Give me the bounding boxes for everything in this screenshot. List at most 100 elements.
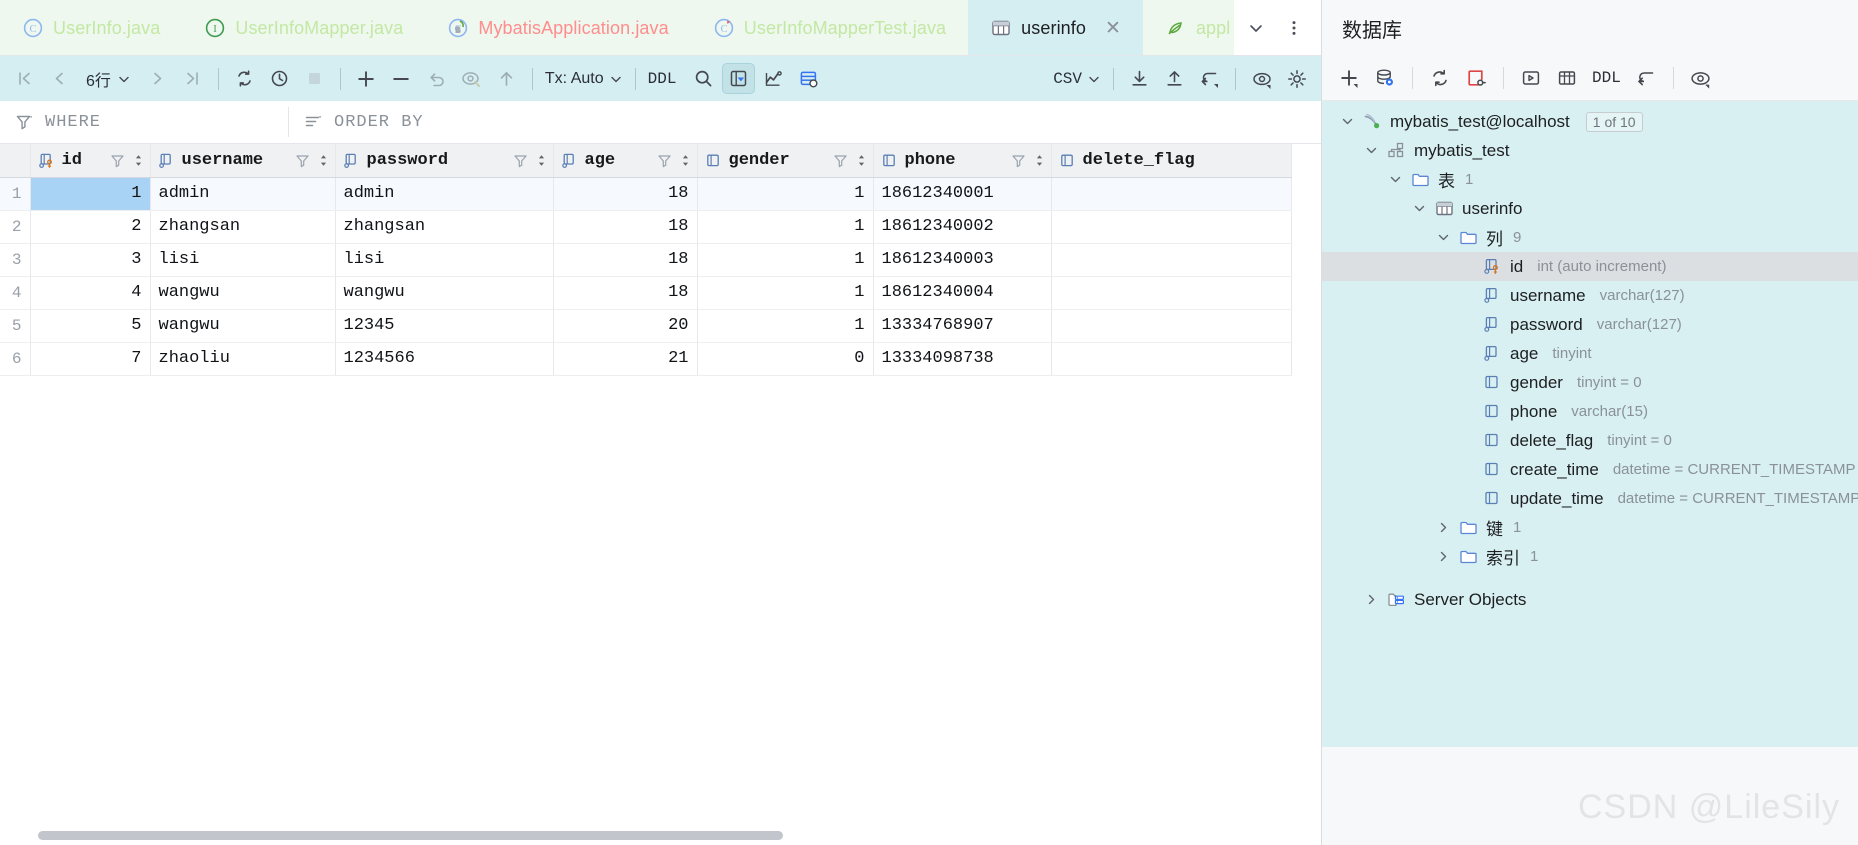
history-icon[interactable] xyxy=(263,63,296,94)
cell-password[interactable]: lisi xyxy=(335,243,554,277)
cell-phone[interactable]: 18612340002 xyxy=(873,210,1052,244)
ddl-button[interactable]: DDL xyxy=(1586,69,1627,87)
tree-node-column-age[interactable]: age tinyint xyxy=(1322,339,1858,368)
table-editor-icon[interactable] xyxy=(1550,62,1584,94)
cell-age[interactable]: 18 xyxy=(553,276,698,310)
editor-tab-userinfomappertest-java[interactable]: C UserInfoMapperTest.java xyxy=(690,0,969,56)
column-filter-icon[interactable] xyxy=(295,153,310,168)
stop-icon[interactable] xyxy=(298,63,331,94)
revert-icon[interactable] xyxy=(420,63,453,94)
chevron-down-icon[interactable] xyxy=(1239,11,1273,45)
chevron-down-icon[interactable] xyxy=(1340,114,1355,129)
column-filter-icon[interactable] xyxy=(657,153,672,168)
chevron-down-icon[interactable] xyxy=(1436,230,1451,245)
cell-gender[interactable]: 1 xyxy=(697,210,874,244)
tree-node-column-phone[interactable]: phone varchar(15) xyxy=(1322,397,1858,426)
table-row[interactable]: 3 3 lisi lisi 18 1 18612340003 xyxy=(0,243,1292,277)
cell-password[interactable]: zhangsan xyxy=(335,210,554,244)
cell-password[interactable]: 12345 xyxy=(335,309,554,343)
tree-node-server-objects[interactable]: Server Objects xyxy=(1322,585,1858,614)
cell-id[interactable]: 4 xyxy=(30,276,151,310)
cell-gender[interactable]: 1 xyxy=(697,243,874,277)
cell-gender[interactable]: 1 xyxy=(697,276,874,310)
column-filter-icon[interactable] xyxy=(833,153,848,168)
next-page-icon[interactable] xyxy=(141,63,174,94)
tree-node-column-update-time[interactable]: update_time datetime = CURRENT_TIMESTAMP xyxy=(1322,484,1858,513)
cell-password[interactable]: admin xyxy=(335,177,554,211)
horizontal-scrollbar[interactable] xyxy=(0,829,1321,840)
cell-delete-flag[interactable] xyxy=(1051,177,1292,211)
jump-to-editor-icon[interactable] xyxy=(1629,62,1663,94)
chevron-down-icon[interactable] xyxy=(1388,172,1403,187)
column-header-phone[interactable]: phone xyxy=(873,144,1052,178)
column-filter-icon[interactable] xyxy=(513,153,528,168)
column-header-age[interactable]: age xyxy=(553,144,698,178)
scrollbar-thumb[interactable] xyxy=(38,831,783,840)
chevron-down-icon[interactable] xyxy=(1412,201,1427,216)
cell-delete-flag[interactable] xyxy=(1051,276,1292,310)
tree-node-column-delete-flag[interactable]: delete_flag tinyint = 0 xyxy=(1322,426,1858,455)
table-row[interactable]: 4 4 wangwu wangwu 18 1 18612340004 xyxy=(0,276,1292,310)
column-sort-icon[interactable] xyxy=(133,153,144,168)
tree-node-column-gender[interactable]: gender tinyint = 0 xyxy=(1322,368,1858,397)
column-header-gender[interactable]: gender xyxy=(697,144,874,178)
cell-gender[interactable]: 1 xyxy=(697,177,874,211)
cell-phone[interactable]: 18612340004 xyxy=(873,276,1052,310)
chevron-down-icon[interactable] xyxy=(1364,143,1379,158)
editor-tab-userinfo-java[interactable]: C UserInfo.java xyxy=(0,0,183,56)
tree-node-datasource[interactable]: mybatis_test@localhost 1 of 10 xyxy=(1322,107,1858,136)
more-options-icon[interactable] xyxy=(1277,11,1311,45)
cell-gender[interactable]: 0 xyxy=(697,342,874,376)
column-sort-icon[interactable] xyxy=(318,153,329,168)
preview-icon[interactable] xyxy=(1684,62,1718,94)
ddl-button[interactable]: DDL xyxy=(645,70,680,88)
cell-password[interactable]: wangwu xyxy=(335,276,554,310)
cell-age[interactable]: 21 xyxy=(553,342,698,376)
cell-id[interactable]: 2 xyxy=(30,210,151,244)
tree-node-column-username[interactable]: username varchar(127) xyxy=(1322,281,1858,310)
cell-username[interactable]: wangwu xyxy=(150,309,336,343)
last-page-icon[interactable] xyxy=(176,63,209,94)
cell-username[interactable]: lisi xyxy=(150,243,336,277)
upload-icon[interactable] xyxy=(1158,63,1191,94)
search-icon[interactable] xyxy=(687,63,720,94)
cell-age[interactable]: 18 xyxy=(553,210,698,244)
editor-tab-userinfomapper-java[interactable]: I UserInfoMapper.java xyxy=(182,0,426,56)
tree-node-column-password[interactable]: password varchar(127) xyxy=(1322,310,1858,339)
column-header-username[interactable]: username xyxy=(150,144,336,178)
jump-to-console-icon[interactable] xyxy=(1193,63,1226,94)
tree-node-indexes-folder[interactable]: 索引 1 xyxy=(1322,542,1858,571)
cell-username[interactable]: wangwu xyxy=(150,276,336,310)
tree-node-columns-folder[interactable]: 列 9 xyxy=(1322,223,1858,252)
tree-node-column-id[interactable]: id int (auto increment) xyxy=(1322,252,1858,281)
column-filter-icon[interactable] xyxy=(110,153,125,168)
where-input[interactable]: WHERE xyxy=(0,101,288,143)
tree-node-tables-folder[interactable]: 表 1 xyxy=(1322,165,1858,194)
open-console-icon[interactable] xyxy=(1514,62,1548,94)
order-by-input[interactable]: ORDER BY xyxy=(289,101,439,143)
prev-page-icon[interactable] xyxy=(43,63,76,94)
gear-icon[interactable] xyxy=(1280,63,1313,94)
rows-count-dropdown[interactable]: 6行 xyxy=(78,67,139,91)
tree-node-schema[interactable]: mybatis_test xyxy=(1322,136,1858,165)
column-header-id[interactable]: id xyxy=(30,144,151,178)
cell-age[interactable]: 18 xyxy=(553,243,698,277)
chevron-right-icon[interactable] xyxy=(1436,520,1451,535)
editor-tab-application[interactable]: appl xyxy=(1142,0,1235,56)
cell-phone[interactable]: 13334768907 xyxy=(873,309,1052,343)
delete-row-icon[interactable] xyxy=(385,63,418,94)
cell-delete-flag[interactable] xyxy=(1051,210,1292,244)
cell-gender[interactable]: 1 xyxy=(697,309,874,343)
column-sort-icon[interactable] xyxy=(680,153,691,168)
cell-phone[interactable]: 13334098738 xyxy=(873,342,1052,376)
reload-icon[interactable] xyxy=(228,63,261,94)
cell-phone[interactable]: 18612340001 xyxy=(873,177,1052,211)
first-page-icon[interactable] xyxy=(8,63,41,94)
column-sort-icon[interactable] xyxy=(536,153,547,168)
cell-age[interactable]: 18 xyxy=(553,177,698,211)
cell-delete-flag[interactable] xyxy=(1051,309,1292,343)
cell-username[interactable]: admin xyxy=(150,177,336,211)
tree-node-keys-folder[interactable]: 键 1 xyxy=(1322,513,1858,542)
refresh-icon[interactable] xyxy=(1423,62,1457,94)
view-query-icon[interactable] xyxy=(455,63,488,94)
